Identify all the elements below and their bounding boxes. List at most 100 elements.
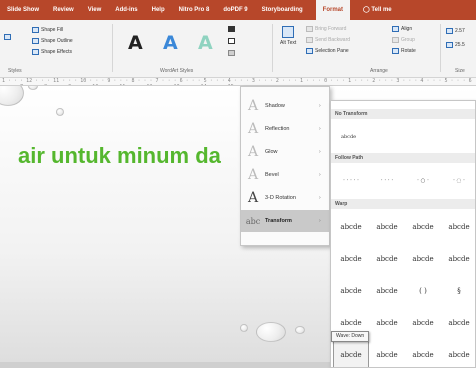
- tell-me-label: Tell me: [371, 7, 392, 13]
- align-label: Align: [401, 26, 413, 32]
- warp-option[interactable]: abcde: [441, 309, 475, 337]
- shape-width-field[interactable]: 25.5: [446, 42, 465, 48]
- follow-path-header: Follow Path: [331, 153, 475, 163]
- chevron-right-icon: ›: [319, 103, 321, 109]
- no-transform-header: No Transform: [331, 109, 475, 119]
- tooltip: Wave: Down: [331, 331, 370, 342]
- selection-pane-button[interactable]: Selection Pane: [306, 48, 349, 54]
- transform-option-none[interactable]: abcde: [333, 123, 369, 151]
- tab-add-ins[interactable]: Add-ins: [108, 0, 144, 20]
- reflection-icon: A: [247, 121, 259, 137]
- tab-storyboarding[interactable]: Storyboarding: [255, 0, 310, 20]
- warp-option[interactable]: abcde: [333, 245, 369, 273]
- ribbon-tab-bar: Slide Show Review View Add-ins Help Nitr…: [0, 0, 476, 20]
- water-drop-decoration: [56, 108, 64, 116]
- tab-view[interactable]: View: [81, 0, 109, 20]
- send-backward-button[interactable]: Send Backward: [306, 37, 350, 43]
- menu-item-3d-rotation[interactable]: A 3-D Rotation ›: [241, 187, 329, 209]
- shape-effects-button[interactable]: Shape Effects: [32, 49, 72, 55]
- transform-option-circle[interactable]: · ○ ·: [405, 167, 441, 195]
- text-effects-icon: [228, 50, 235, 56]
- shape-outline-button[interactable]: Shape Outline: [32, 38, 73, 44]
- chevron-right-icon: ›: [319, 149, 321, 155]
- text-effects-menu: A Shadow › A Reflection › A Glow › A Bevel › A 3-…: [240, 86, 330, 246]
- tab-help[interactable]: Help: [145, 0, 172, 20]
- wordart-style-teal[interactable]: A: [198, 32, 213, 54]
- wordart-text-box[interactable]: air untuk minum da: [18, 143, 221, 169]
- menu-item-label: Glow: [265, 149, 278, 155]
- arrange-group-label: Arrange: [370, 68, 388, 74]
- selection-pane-icon: [306, 48, 313, 54]
- ribbon: Shape Fill Shape Outline Shape Effects S…: [0, 20, 476, 78]
- alt-text-icon: [282, 26, 295, 38]
- wordart-style-black[interactable]: A: [128, 32, 143, 54]
- align-button[interactable]: Align: [392, 26, 412, 32]
- transform-option-arch-down[interactable]: · · · ·: [369, 167, 405, 195]
- pen-icon: [32, 38, 39, 44]
- menu-item-bevel[interactable]: A Bevel ›: [241, 164, 329, 186]
- lightbulb-icon: ◯: [363, 7, 370, 13]
- warp-option[interactable]: abcde: [369, 245, 405, 273]
- bring-forward-icon: [306, 26, 313, 32]
- transform-option-arch[interactable]: · · · · ·: [333, 167, 369, 195]
- bring-forward-button[interactable]: Bring Forward: [306, 26, 346, 32]
- tab-slide-show[interactable]: Slide Show: [0, 0, 46, 20]
- warp-option[interactable]: abcde: [369, 341, 405, 367]
- selection-pane-label: Selection Pane: [315, 48, 349, 54]
- warp-option[interactable]: §: [441, 277, 475, 305]
- warp-option[interactable]: abcde: [333, 213, 369, 241]
- horizontal-ruler: 1 · · · 12 · · · 11 · · · 10 · · · 9 · ·…: [0, 78, 476, 86]
- shape-gallery-arrow[interactable]: [4, 34, 11, 40]
- group-icon: [392, 37, 399, 43]
- height-icon: [446, 28, 453, 34]
- shape-fill-label: Shape Fill: [41, 27, 64, 33]
- group-divider: [272, 24, 273, 72]
- warp-option[interactable]: abcde: [369, 277, 405, 305]
- chevron-right-icon: ›: [319, 218, 321, 224]
- text-outline-button[interactable]: [228, 38, 235, 44]
- shape-style-icon: [4, 34, 11, 40]
- menu-item-label: 3-D Rotation: [265, 195, 296, 201]
- warp-option[interactable]: abcde: [369, 213, 405, 241]
- menu-item-reflection[interactable]: A Reflection ›: [241, 118, 329, 140]
- text-outline-icon: [228, 38, 235, 44]
- menu-item-transform[interactable]: abc Transform ›: [241, 210, 329, 232]
- shape-fill-button[interactable]: Shape Fill: [32, 27, 63, 33]
- shape-height-field[interactable]: 2.57: [446, 28, 465, 34]
- tab-review[interactable]: Review: [46, 0, 81, 20]
- alt-text-button[interactable]: Alt Text: [280, 26, 296, 46]
- warp-option[interactable]: abcde: [441, 341, 475, 367]
- water-drop-decoration: [0, 86, 24, 106]
- wordart-style-blue[interactable]: A: [163, 32, 178, 54]
- styles-group-label: Styles: [8, 68, 22, 74]
- text-effects-button[interactable]: [228, 50, 235, 56]
- shape-effects-label: Shape Effects: [41, 49, 73, 55]
- tab-dopdf[interactable]: doPDF 9: [216, 0, 254, 20]
- bevel-icon: A: [247, 167, 259, 183]
- group-label: Group: [401, 37, 415, 43]
- warp-option-wave-down[interactable]: abcde: [333, 341, 369, 367]
- warp-option[interactable]: abcde: [405, 245, 441, 273]
- group-button[interactable]: Group: [392, 37, 415, 43]
- tab-nitro-pro[interactable]: Nitro Pro 8: [172, 0, 217, 20]
- bring-forward-label: Bring Forward: [315, 26, 347, 32]
- warp-option[interactable]: abcde: [441, 213, 475, 241]
- text-fill-button[interactable]: [228, 26, 235, 32]
- warp-option[interactable]: abcde: [405, 309, 441, 337]
- warp-header: Warp: [331, 199, 475, 209]
- warp-option[interactable]: abcde: [333, 277, 369, 305]
- menu-item-shadow[interactable]: A Shadow ›: [241, 95, 329, 117]
- warp-option[interactable]: abcde: [441, 245, 475, 273]
- warp-option[interactable]: abcde: [405, 213, 441, 241]
- warp-option[interactable]: abcde: [369, 309, 405, 337]
- warp-option[interactable]: ( ): [405, 277, 441, 305]
- rotate-button[interactable]: Rotate: [392, 48, 416, 54]
- tab-format[interactable]: Format: [315, 0, 351, 20]
- menu-item-label: Bevel: [265, 172, 279, 178]
- tell-me-search[interactable]: ◯ Tell me: [356, 0, 399, 20]
- transform-option-button[interactable]: · ◌ ·: [441, 167, 475, 195]
- transform-icon: abc: [245, 216, 261, 226]
- menu-item-glow[interactable]: A Glow ›: [241, 141, 329, 163]
- shape-height-value: 2.57: [455, 28, 465, 34]
- warp-option[interactable]: abcde: [405, 341, 441, 367]
